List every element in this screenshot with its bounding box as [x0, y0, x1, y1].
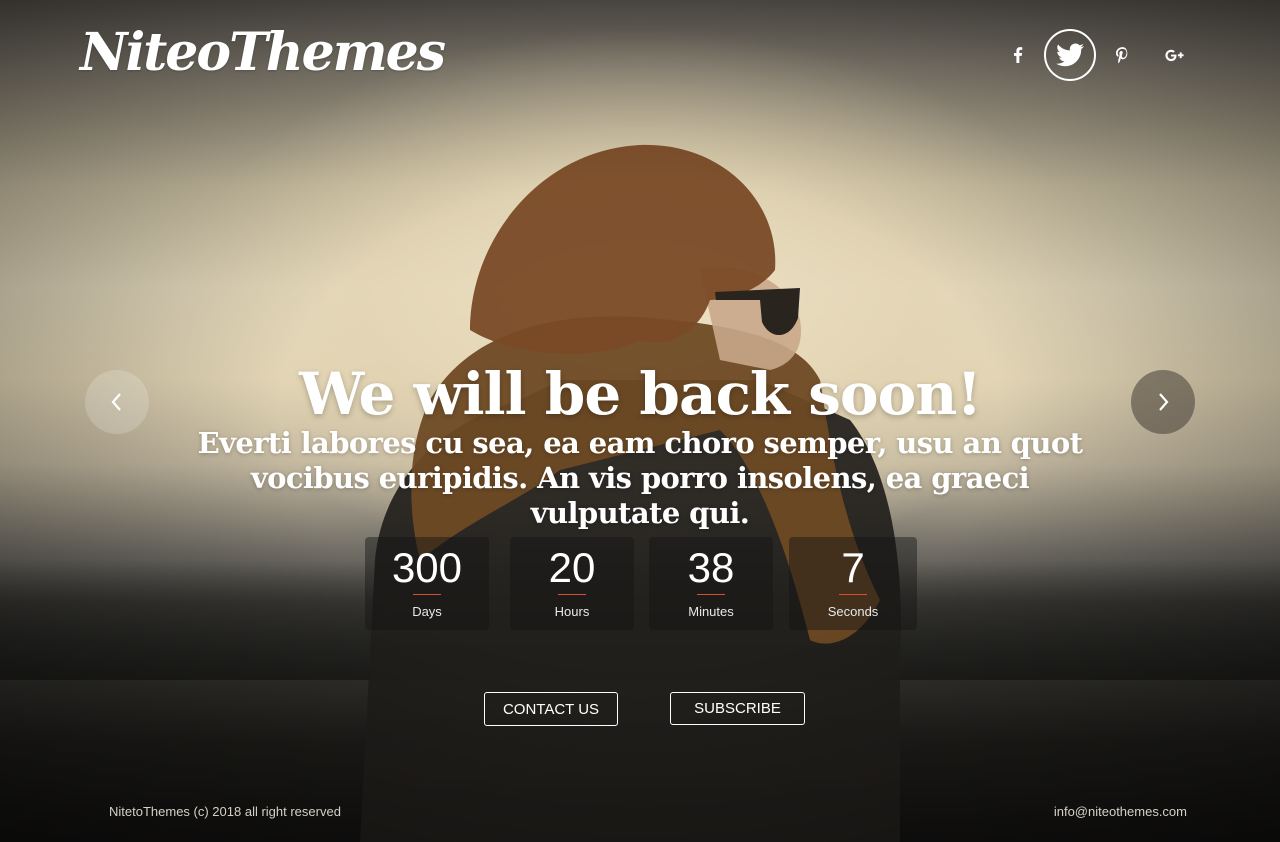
countdown-label: Seconds — [827, 604, 879, 619]
twitter-icon[interactable] — [1044, 29, 1096, 81]
countdown-label: Minutes — [688, 604, 734, 619]
contact-us-button[interactable]: CONTACT US — [484, 692, 618, 726]
countdown-seconds: 7 Seconds — [789, 537, 917, 630]
accent-divider — [558, 594, 586, 595]
google-plus-icon[interactable] — [1148, 29, 1200, 81]
accent-divider — [839, 594, 867, 595]
subscribe-button[interactable]: SUBSCRIBE — [670, 692, 805, 725]
countdown-value: 300 — [391, 544, 463, 591]
facebook-icon[interactable] — [992, 29, 1044, 81]
copyright-text: NitetoThemes (c) 2018 all right reserved — [109, 804, 341, 819]
countdown-timer: 300 Days 20 Hours 38 Minutes 7 Seconds — [0, 537, 1280, 631]
countdown-minutes: 38 Minutes — [649, 537, 773, 630]
countdown-label: Hours — [554, 604, 590, 619]
countdown-value: 20 — [548, 544, 596, 591]
pinterest-icon[interactable] — [1096, 29, 1148, 81]
page-title: We will be back soon! — [299, 360, 982, 428]
countdown-hours: 20 Hours — [510, 537, 634, 630]
countdown-value: 7 — [841, 544, 865, 591]
site-logo[interactable]: NiteoThemes — [80, 22, 446, 83]
countdown-value: 38 — [687, 544, 735, 591]
accent-divider — [413, 594, 441, 595]
social-links — [992, 29, 1200, 81]
countdown-days: 300 Days — [365, 537, 489, 630]
page-subtitle: Everti labores cu sea, ea eam choro semp… — [197, 426, 1083, 530]
accent-divider — [697, 594, 725, 595]
contact-email-link[interactable]: info@niteothemes.com — [1054, 804, 1187, 819]
countdown-label: Days — [412, 604, 442, 619]
